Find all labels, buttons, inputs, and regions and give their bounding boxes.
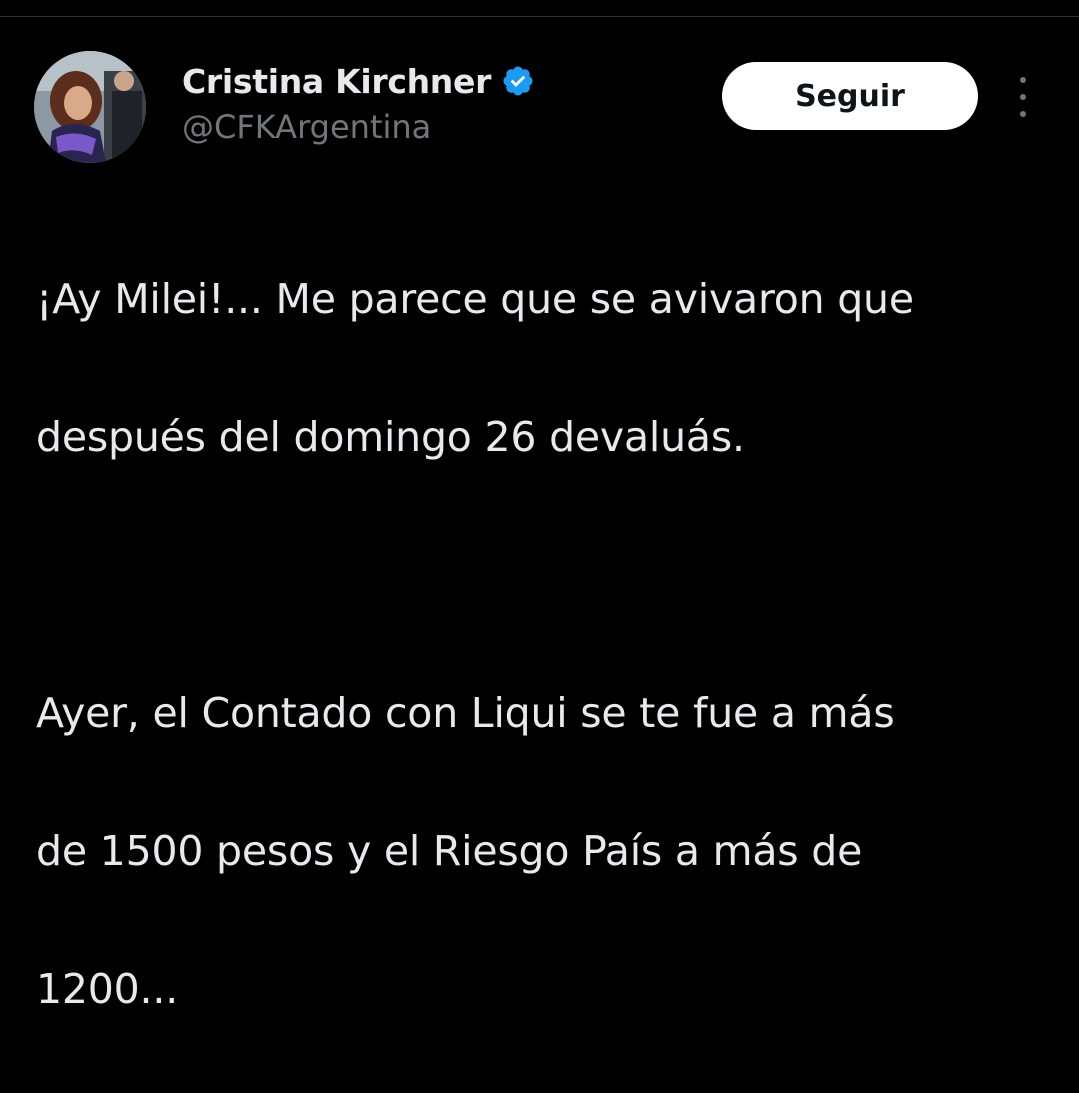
more-dot — [1020, 77, 1026, 83]
tweet-line: 1200... — [36, 965, 179, 1013]
more-dot — [1020, 94, 1026, 100]
author-name-row: Cristina Kirchner — [182, 58, 535, 104]
verified-badge-icon — [501, 64, 535, 98]
tweet-line: después del domingo 26 devaluás. — [36, 413, 745, 461]
author-handle[interactable]: @CFKArgentina — [182, 108, 431, 146]
tweet-line: Ayer, el Contado con Liqui se te fue a m… — [36, 689, 895, 737]
author-display-name[interactable]: Cristina Kirchner — [182, 62, 491, 101]
author-avatar[interactable] — [34, 51, 146, 163]
top-divider — [0, 16, 1079, 17]
more-dot — [1020, 111, 1026, 117]
more-options-icon[interactable] — [1010, 77, 1036, 117]
avatar-photo — [34, 51, 146, 163]
tweet-text: ¡Ay Milei!... Me parece que se avivaron … — [36, 196, 1046, 1093]
tweet-line: de 1500 pesos y el Riesgo País a más de — [36, 827, 863, 875]
tweet-line: ¡Ay Milei!... Me parece que se avivaron … — [36, 275, 914, 323]
follow-button[interactable]: Seguir — [722, 62, 978, 130]
